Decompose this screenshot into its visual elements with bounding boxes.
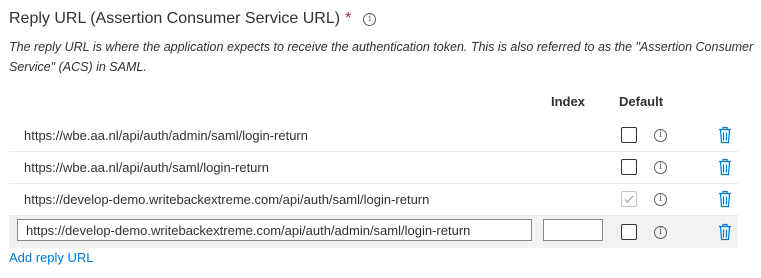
info-icon[interactable]: i	[654, 193, 667, 206]
section-title-row: Reply URL (Assertion Consumer Service UR…	[9, 8, 377, 30]
index-input[interactable]	[543, 219, 603, 241]
info-icon[interactable]: i	[654, 226, 667, 239]
column-header-index: Index	[551, 94, 585, 109]
checkmark-icon	[624, 195, 634, 203]
column-header-default: Default	[619, 94, 664, 109]
info-icon[interactable]: i	[654, 129, 667, 142]
section-title: Reply URL (Assertion Consumer Service UR…	[9, 10, 341, 27]
required-marker: *	[345, 10, 352, 27]
default-checkbox[interactable]	[621, 127, 637, 143]
reply-url-row[interactable]: https://wbe.aa.nl/api/auth/saml/login-re…	[9, 152, 738, 184]
reply-url-text[interactable]: https://wbe.aa.nl/api/auth/admin/saml/lo…	[24, 128, 308, 143]
info-icon[interactable]: i	[363, 12, 377, 26]
reply-url-text[interactable]: https://develop-demo.writebackextreme.co…	[24, 192, 429, 207]
default-checkbox[interactable]	[621, 224, 637, 240]
default-checkbox[interactable]	[621, 191, 637, 207]
reply-url-row-editing[interactable]: i	[9, 216, 738, 248]
reply-url-input[interactable]	[17, 219, 532, 241]
reply-url-row[interactable]: https://wbe.aa.nl/api/auth/admin/saml/lo…	[9, 120, 738, 152]
info-icon[interactable]: i	[654, 161, 667, 174]
reply-url-row[interactable]: https://develop-demo.writebackextreme.co…	[9, 184, 738, 216]
section-description: The reply URL is where the application e…	[9, 40, 754, 74]
add-reply-url-link[interactable]: Add reply URL	[9, 250, 94, 265]
delete-icon[interactable]	[718, 223, 732, 246]
delete-icon[interactable]	[718, 126, 732, 149]
default-checkbox[interactable]	[621, 159, 637, 175]
delete-icon[interactable]	[718, 158, 732, 181]
delete-icon[interactable]	[718, 190, 732, 213]
reply-url-text[interactable]: https://wbe.aa.nl/api/auth/saml/login-re…	[24, 160, 269, 175]
